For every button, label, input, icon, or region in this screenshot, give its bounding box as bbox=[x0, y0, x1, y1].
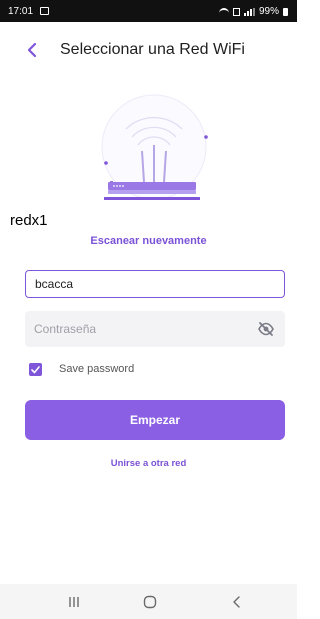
wifi-router-illustration bbox=[101, 94, 208, 200]
home-icon[interactable] bbox=[140, 593, 160, 611]
battery-icon bbox=[283, 7, 288, 16]
sim-icon bbox=[232, 7, 240, 16]
eye-off-icon[interactable] bbox=[257, 320, 275, 338]
recents-icon[interactable] bbox=[64, 593, 84, 611]
system-nav-bar bbox=[0, 584, 297, 619]
overlay-label: redx1 bbox=[10, 212, 48, 229]
ssid-input[interactable] bbox=[25, 270, 285, 298]
rescan-link[interactable]: Escanear nuevamente bbox=[0, 235, 297, 247]
password-input[interactable] bbox=[25, 311, 245, 347]
gallery-notification-icon bbox=[40, 7, 49, 15]
app-header: Seleccionar una Red WiFi bbox=[0, 22, 297, 78]
start-button[interactable]: Empezar bbox=[25, 400, 285, 440]
chevron-left-icon[interactable] bbox=[22, 39, 44, 61]
password-field-container bbox=[25, 311, 285, 347]
back-icon[interactable] bbox=[227, 593, 247, 611]
wifi-status-icon bbox=[218, 7, 229, 16]
save-password-label: Save password bbox=[59, 363, 135, 375]
save-password-checkbox[interactable] bbox=[29, 362, 42, 376]
status-time: 17:01 bbox=[8, 6, 34, 17]
save-password-row: Save password bbox=[29, 362, 134, 376]
signal-icon bbox=[243, 7, 255, 16]
page-title: Seleccionar una Red WiFi bbox=[60, 41, 245, 58]
status-bar: 17:01 99% bbox=[0, 0, 297, 22]
check-icon bbox=[31, 365, 40, 373]
join-other-network-link[interactable]: Unirse a otra red bbox=[0, 458, 297, 469]
status-icons: 99% bbox=[218, 6, 288, 17]
battery-percent: 99% bbox=[258, 6, 279, 17]
